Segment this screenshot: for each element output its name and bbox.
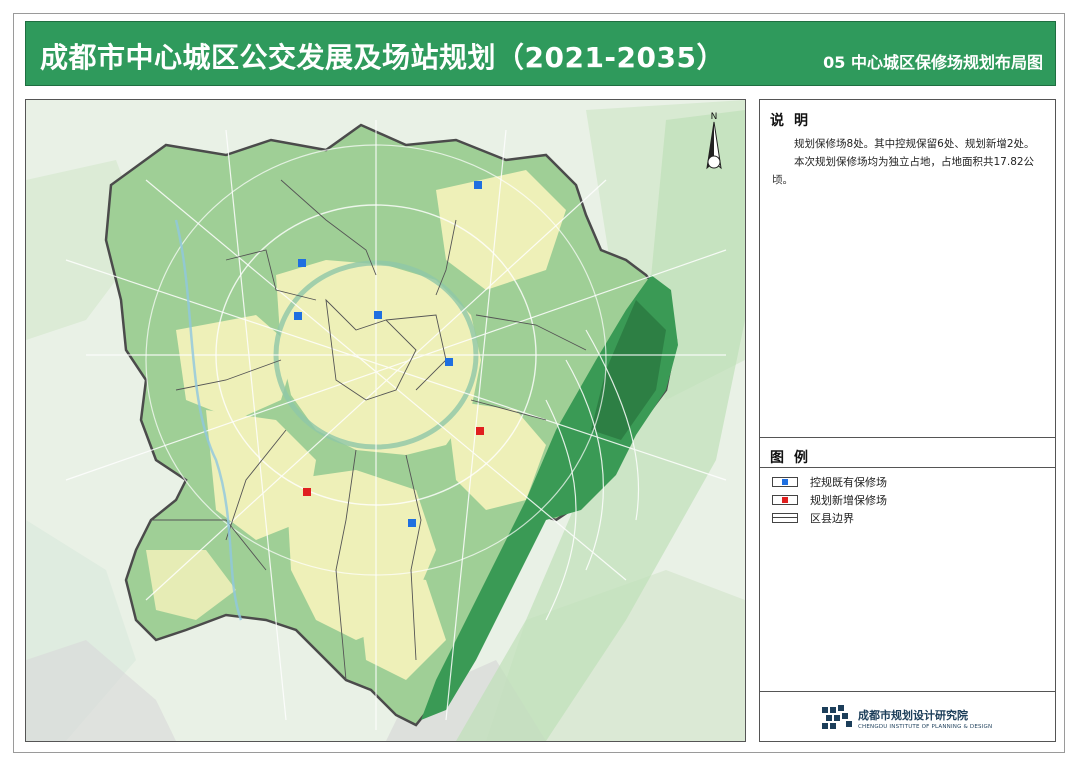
legend-label: 区县边界 bbox=[810, 512, 854, 525]
description-line: 本次规划保修场均为独立占地，占地面积共17.82公顷。 bbox=[772, 156, 1035, 186]
legend-swatch-boundary bbox=[772, 513, 798, 523]
page-title: 成都市中心城区公交发展及场站规划（2021-2035） bbox=[40, 41, 725, 74]
existing-depot-marker[interactable] bbox=[298, 259, 306, 267]
legend-item-new: 规划新增保修场 bbox=[772, 493, 887, 507]
existing-depot-marker[interactable] bbox=[408, 519, 416, 527]
legend-label: 控规既有保修场 bbox=[810, 476, 887, 489]
legend-swatch-existing bbox=[772, 477, 798, 487]
map-panel[interactable]: N bbox=[25, 99, 746, 742]
legend-panel: 图例 控规既有保修场 规划新增保修场 区县边界 bbox=[760, 437, 1055, 692]
logo-panel: 成都市规划设计研究院 CHENGDU INSTITUTE OF PLANNING… bbox=[760, 691, 1055, 741]
existing-depot-marker[interactable] bbox=[474, 181, 482, 189]
existing-depot-marker[interactable] bbox=[374, 311, 382, 319]
north-label: N bbox=[711, 112, 718, 122]
new-depot-marker[interactable] bbox=[476, 427, 484, 435]
title-bar: 成都市中心城区公交发展及场站规划（2021-2035） 05 中心城区保修场规划… bbox=[25, 21, 1056, 86]
description-text: 规划保修场8处。其中控规保留6处、规划新增2处。 本次规划保修场均为独立占地，占… bbox=[772, 135, 1047, 189]
legend-divider bbox=[760, 467, 1055, 468]
institute-name: 成都市规划设计研究院 bbox=[858, 708, 968, 722]
legend-item-boundary: 区县边界 bbox=[772, 511, 854, 525]
side-panel: 说明 规划保修场8处。其中控规保留6处、规划新增2处。 本次规划保修场均为独立占… bbox=[759, 99, 1056, 742]
institute-logo: 成都市规划设计研究院 CHENGDU INSTITUTE OF PLANNING… bbox=[822, 705, 992, 731]
legend-label: 规划新增保修场 bbox=[810, 494, 887, 507]
new-depot-marker[interactable] bbox=[303, 488, 311, 496]
description-panel: 说明 规划保修场8处。其中控规保留6处、规划新增2处。 本次规划保修场均为独立占… bbox=[760, 100, 1055, 438]
description-heading: 说明 bbox=[770, 113, 818, 129]
legend-heading: 图例 bbox=[770, 450, 818, 466]
existing-depot-marker[interactable] bbox=[445, 358, 453, 366]
institute-name-english: CHENGDU INSTITUTE OF PLANNING & DESIGN bbox=[858, 723, 993, 730]
map-canvas: N bbox=[26, 100, 745, 741]
legend-swatch-new bbox=[772, 495, 798, 505]
legend-item-existing: 控规既有保修场 bbox=[772, 475, 887, 489]
institute-logo-icon bbox=[822, 705, 852, 729]
description-line: 规划保修场8处。其中控规保留6处、规划新增2处。 bbox=[794, 138, 1035, 150]
existing-depot-marker[interactable] bbox=[294, 312, 302, 320]
map-subtitle: 05 中心城区保修场规划布局图 bbox=[823, 53, 1043, 72]
